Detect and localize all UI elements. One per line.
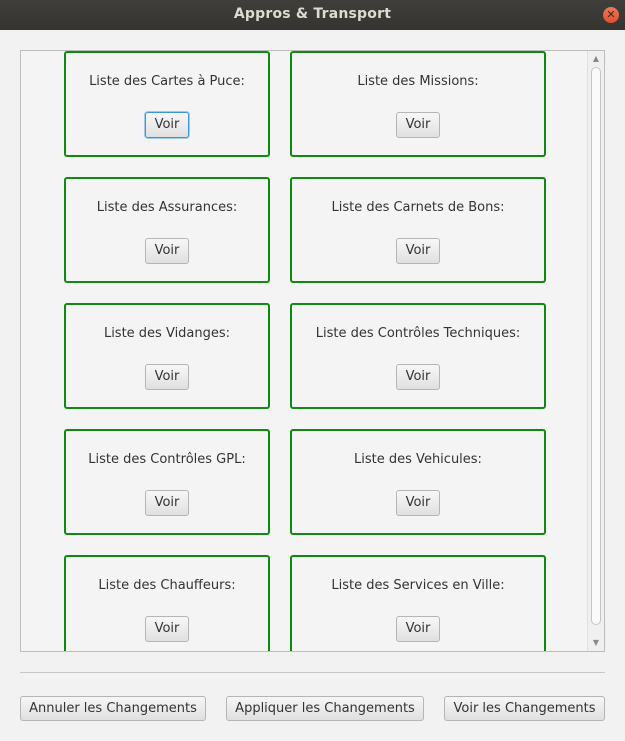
voir-chauffeurs-button[interactable]: Voir <box>145 616 189 642</box>
scroll-down-icon[interactable]: ▼ <box>588 636 604 650</box>
card-label: Liste des Carnets de Bons: <box>331 200 505 215</box>
scroll-up-icon[interactable]: ▲ <box>588 52 604 66</box>
view-changes-button[interactable]: Voir les Changements <box>444 696 605 721</box>
voir-missions-button[interactable]: Voir <box>396 112 440 138</box>
card-carnets-de-bons: Liste des Carnets de Bons: Voir <box>290 177 546 283</box>
card-label: Liste des Assurances: <box>96 200 238 215</box>
app-window: Appros & Transport ✕ Liste des Cartes à … <box>0 0 625 741</box>
card-assurances: Liste des Assurances: Voir <box>64 177 270 283</box>
voir-cartes-a-puce-button[interactable]: Voir <box>145 112 189 138</box>
close-icon[interactable]: ✕ <box>603 7 619 23</box>
vertical-scrollbar[interactable]: ▲ ▼ <box>587 51 604 651</box>
window-title: Appros & Transport <box>233 6 392 22</box>
card-services-en-ville: Liste des Services en Ville: Voir <box>290 555 546 651</box>
scrollbar-thumb[interactable] <box>591 67 601 625</box>
card-chauffeurs: Liste des Chauffeurs: Voir <box>64 555 270 651</box>
card-label: Liste des Contrôles Techniques: <box>315 326 521 341</box>
card-vidanges: Liste des Vidanges: Voir <box>64 303 270 409</box>
card-label: Liste des Services en Ville: <box>331 578 505 593</box>
voir-controles-techniques-button[interactable]: Voir <box>396 364 440 390</box>
card-vehicules: Liste des Vehicules: Voir <box>290 429 546 535</box>
title-bar[interactable]: Appros & Transport ✕ <box>0 0 625 30</box>
voir-controles-gpl-button[interactable]: Voir <box>145 490 189 516</box>
apply-changes-button[interactable]: Appliquer les Changements <box>226 696 424 721</box>
card-label: Liste des Contrôles GPL: <box>88 452 246 467</box>
voir-vehicules-button[interactable]: Voir <box>396 490 440 516</box>
cancel-changes-button[interactable]: Annuler les Changements <box>20 696 206 721</box>
footer-separator <box>20 672 605 673</box>
card-label: Liste des Cartes à Puce: <box>89 74 245 89</box>
voir-carnets-de-bons-button[interactable]: Voir <box>396 238 440 264</box>
card-label: Liste des Vidanges: <box>103 326 231 341</box>
card-controles-techniques: Liste des Contrôles Techniques: Voir <box>290 303 546 409</box>
card-label: Liste des Chauffeurs: <box>98 578 236 593</box>
voir-vidanges-button[interactable]: Voir <box>145 364 189 390</box>
voir-assurances-button[interactable]: Voir <box>145 238 189 264</box>
card-missions: Liste des Missions: Voir <box>290 51 546 157</box>
card-cartes-a-puce: Liste des Cartes à Puce: Voir <box>64 51 270 157</box>
cards-scroll-pane[interactable]: Liste des Cartes à Puce: Voir Liste des … <box>20 50 605 652</box>
voir-services-en-ville-button[interactable]: Voir <box>396 616 440 642</box>
card-label: Liste des Missions: <box>357 74 479 89</box>
card-label: Liste des Vehicules: <box>354 452 482 467</box>
card-controles-gpl: Liste des Contrôles GPL: Voir <box>64 429 270 535</box>
cards-grid: Liste des Cartes à Puce: Voir Liste des … <box>21 51 587 651</box>
